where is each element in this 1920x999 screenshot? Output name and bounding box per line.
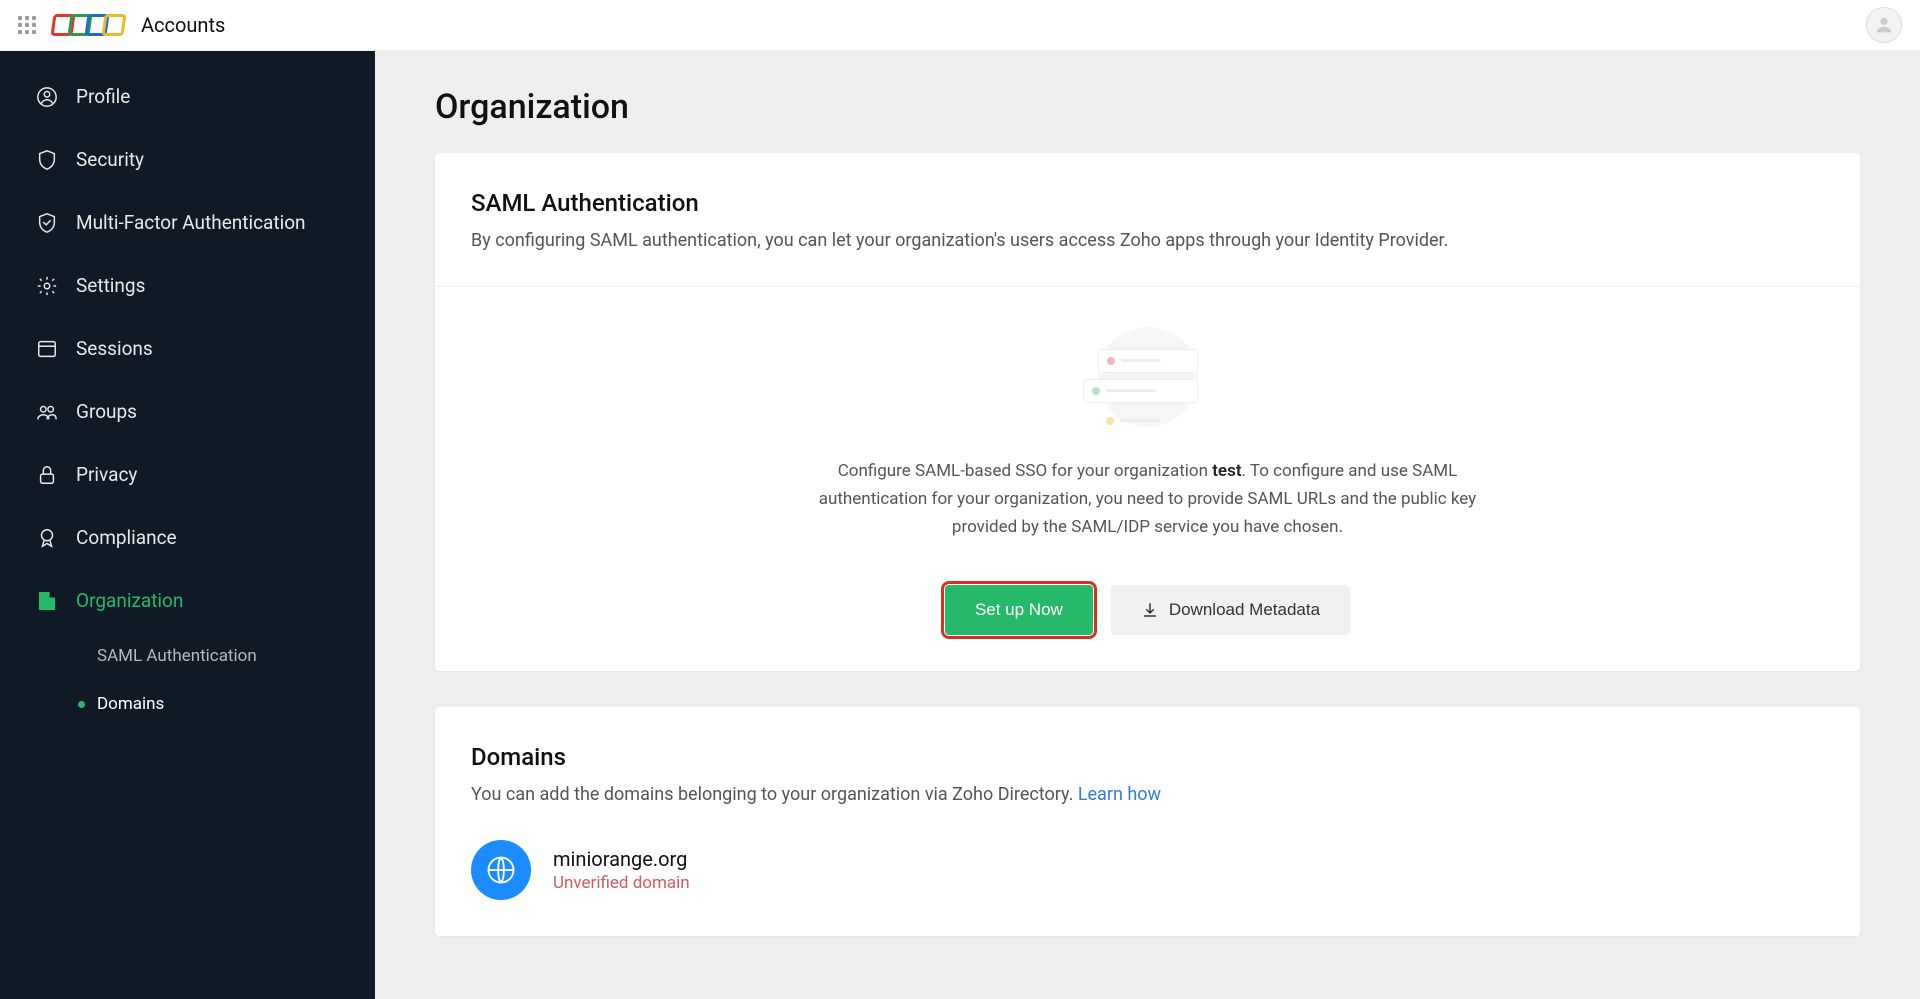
dot-icon — [78, 701, 85, 708]
sidebar-item-label: Security — [76, 148, 144, 171]
sidebar-item-label: Organization — [76, 589, 183, 612]
download-icon — [1141, 601, 1159, 619]
saml-body-org: test — [1212, 461, 1241, 481]
sidebar-sub-label: SAML Authentication — [97, 646, 257, 666]
button-label: Download Metadata — [1169, 600, 1320, 620]
apps-grid-icon[interactable] — [18, 16, 36, 34]
lock-icon — [36, 464, 58, 486]
sidebar-item-mfa[interactable]: Multi-Factor Authentication — [0, 191, 375, 254]
dot-icon — [78, 653, 85, 660]
download-metadata-button[interactable]: Download Metadata — [1111, 585, 1350, 635]
sidebar-item-label: Groups — [76, 400, 137, 423]
sidebar-item-label: Settings — [76, 274, 145, 297]
domain-info: miniorange.org Unverified domain — [553, 847, 690, 893]
saml-body: Configure SAML-based SSO for your organi… — [808, 457, 1488, 541]
saml-desc: By configuring SAML authentication, you … — [471, 227, 1824, 256]
sidebar-item-label: Privacy — [76, 463, 137, 486]
sidebar-item-label: Compliance — [76, 526, 177, 549]
domains-desc: You can add the domains belonging to you… — [471, 781, 1824, 810]
sidebar-item-compliance[interactable]: Compliance — [0, 506, 375, 569]
sidebar-item-label: Sessions — [76, 337, 153, 360]
shield-check-icon — [36, 212, 58, 234]
logo[interactable] — [52, 14, 125, 36]
domains-desc-text: You can add the domains belonging to you… — [471, 784, 1078, 805]
globe-icon — [471, 840, 531, 900]
learn-how-link[interactable]: Learn how — [1078, 784, 1161, 805]
sidebar-subitems: SAML Authentication Domains — [0, 632, 375, 728]
domain-status: Unverified domain — [553, 873, 690, 893]
saml-body-pre: Configure SAML-based SSO for your organi… — [838, 461, 1213, 481]
domains-card: Domains You can add the domains belongin… — [435, 707, 1860, 936]
app-title: Accounts — [141, 13, 225, 37]
shield-icon — [36, 149, 58, 171]
saml-illustration — [1083, 327, 1213, 437]
setup-now-button[interactable]: Set up Now — [945, 585, 1093, 635]
page-title: Organization — [435, 87, 1860, 127]
sidebar-item-groups[interactable]: Groups — [0, 380, 375, 443]
sidebar: Profile Security Multi-Factor Authentica… — [0, 51, 375, 999]
divider — [435, 286, 1860, 287]
domain-row[interactable]: miniorange.org Unverified domain — [471, 840, 1824, 900]
sidebar-sub-saml[interactable]: SAML Authentication — [78, 632, 375, 680]
main-content: Organization SAML Authentication By conf… — [375, 51, 1920, 999]
domain-name: miniorange.org — [553, 847, 690, 871]
domains-title: Domains — [471, 743, 1824, 771]
sidebar-item-label: Profile — [76, 85, 130, 108]
sidebar-item-privacy[interactable]: Privacy — [0, 443, 375, 506]
sidebar-item-organization[interactable]: Organization — [0, 569, 375, 632]
saml-title: SAML Authentication — [471, 189, 1824, 217]
window-icon — [36, 338, 58, 360]
sidebar-item-sessions[interactable]: Sessions — [0, 317, 375, 380]
saml-buttons: Set up Now Download Metadata — [471, 585, 1824, 635]
header: Accounts — [0, 0, 1920, 51]
sidebar-sub-label: Domains — [97, 694, 164, 714]
sidebar-sub-domains[interactable]: Domains — [78, 680, 375, 728]
gear-icon — [36, 275, 58, 297]
sidebar-item-label: Multi-Factor Authentication — [76, 211, 306, 234]
building-icon — [36, 590, 58, 612]
header-left: Accounts — [18, 13, 225, 37]
badge-icon — [36, 527, 58, 549]
sidebar-item-profile[interactable]: Profile — [0, 65, 375, 128]
sidebar-item-security[interactable]: Security — [0, 128, 375, 191]
button-label: Set up Now — [975, 600, 1063, 620]
group-icon — [36, 401, 58, 423]
user-icon — [36, 86, 58, 108]
saml-card: SAML Authentication By configuring SAML … — [435, 153, 1860, 671]
sidebar-item-settings[interactable]: Settings — [0, 254, 375, 317]
avatar[interactable] — [1866, 7, 1902, 43]
